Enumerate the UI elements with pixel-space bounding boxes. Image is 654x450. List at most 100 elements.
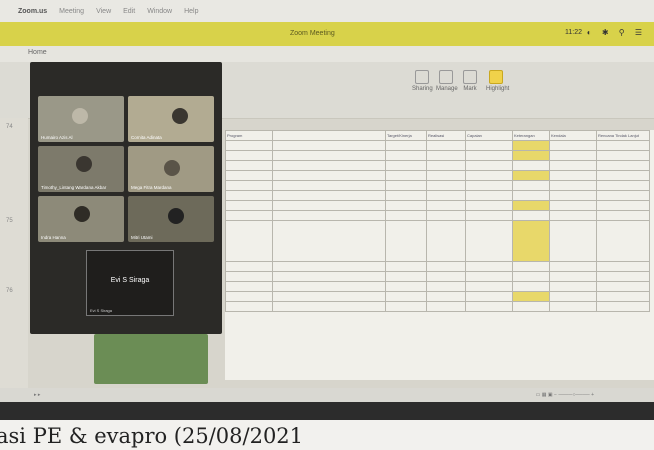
table-cell xyxy=(549,281,597,292)
menu-item-meeting[interactable]: Meeting xyxy=(59,8,84,15)
table-cell xyxy=(596,180,650,191)
table-row xyxy=(225,150,650,161)
participant-tile[interactable]: Indra Hanna xyxy=(38,196,124,242)
participant-video xyxy=(74,206,90,222)
table-cell xyxy=(272,281,386,292)
table-cell xyxy=(512,170,550,181)
header-cell: Keterangan xyxy=(512,130,550,141)
menu-bar: Zoom.us Meeting View Edit Window Help xyxy=(0,0,654,22)
table-cell xyxy=(426,210,466,221)
menu-item-edit[interactable]: Edit xyxy=(123,8,135,15)
participant-name: Indra Hanna xyxy=(41,235,66,240)
table-cell xyxy=(426,150,466,161)
table-cell xyxy=(549,160,597,171)
menu-item-window[interactable]: Window xyxy=(147,8,172,15)
participant-tile[interactable]: Cornita Adinata xyxy=(128,96,214,142)
participant-tile[interactable]: Timothy_Lintang Wardana Akbar xyxy=(38,146,124,192)
spreadsheet[interactable]: Program Target/Kinerja Realisasi Capaian… xyxy=(225,130,654,380)
table-cell xyxy=(426,180,466,191)
table-cell xyxy=(549,271,597,282)
table-cell xyxy=(596,271,650,282)
participant-name: Cornita Adinata xyxy=(131,135,162,140)
ribbon-button-mark[interactable]: Mark xyxy=(460,70,480,98)
table-cell xyxy=(596,170,650,181)
table-cell xyxy=(465,190,513,201)
table-cell xyxy=(225,180,273,191)
table-cell xyxy=(465,301,513,312)
active-speaker-tile[interactable]: Evi S Siraga Evi S Siraga xyxy=(86,250,174,316)
table-cell xyxy=(272,190,386,201)
table-cell xyxy=(596,220,650,262)
ribbon-button-highlight[interactable]: Highlight xyxy=(486,70,509,98)
status-bar: ▸ ▸ ▭ ▦ ▣ − ────○──── + xyxy=(0,388,654,402)
table-row xyxy=(225,261,650,272)
table-cell xyxy=(549,140,597,151)
ribbon-label: Sharing xyxy=(412,86,433,92)
menu-item-view[interactable]: View xyxy=(96,8,111,15)
table-cell xyxy=(549,301,597,312)
menu-app-name[interactable]: Zoom.us xyxy=(18,8,47,15)
table-cell xyxy=(596,190,650,201)
table-cell xyxy=(549,261,597,272)
sheet-tabs[interactable]: ▸ ▸ xyxy=(34,392,40,398)
table-cell xyxy=(426,200,466,211)
table-cell xyxy=(596,301,650,312)
row-ruler: 74 75 76 xyxy=(0,118,28,388)
participant-name: Humairo Azis Al xyxy=(41,135,73,140)
ribbon-button-manage[interactable]: Manage xyxy=(436,70,458,98)
table-cell xyxy=(549,220,597,262)
table-cell xyxy=(385,281,427,292)
row-marker: 76 xyxy=(6,288,13,294)
table-cell xyxy=(549,210,597,221)
table-cell xyxy=(385,271,427,282)
table-cell xyxy=(385,170,427,181)
self-view-thumbnail[interactable] xyxy=(94,334,208,384)
tab-bar: Home xyxy=(0,46,654,62)
table-cell xyxy=(596,210,650,221)
table-cell xyxy=(465,170,513,181)
table-cell xyxy=(225,301,273,312)
table-cell xyxy=(596,281,650,292)
table-cell xyxy=(225,170,273,181)
photo-caption: asi PE & evapro (25/08/2021 xyxy=(0,420,654,450)
header-cell: Capaian xyxy=(465,130,513,141)
table-cell xyxy=(426,301,466,312)
active-speaker-label: Evi S Siraga xyxy=(90,308,113,313)
table-cell xyxy=(426,220,466,262)
zoom-controls[interactable]: ▭ ▦ ▣ − ────○──── + xyxy=(536,392,594,398)
table-cell xyxy=(225,200,273,211)
window-title-bar: Zoom Meeting 11:22 ◐ ✱ ⚲ ☰ xyxy=(0,22,654,46)
ribbon-button-sharing[interactable]: Sharing xyxy=(412,70,433,98)
table-cell xyxy=(465,220,513,262)
table-cell xyxy=(225,281,273,292)
participant-tile[interactable]: Mega Fitra Mardana xyxy=(128,146,214,192)
table-cell xyxy=(426,291,466,302)
participant-name: Mitri Utami xyxy=(131,235,153,240)
participant-name: Timothy_Lintang Wardana Akbar xyxy=(41,185,107,190)
participant-tile[interactable]: Humairo Azis Al xyxy=(38,96,124,142)
menu-item-help[interactable]: Help xyxy=(184,8,198,15)
participant-tile[interactable]: Mitri Utami xyxy=(128,196,214,242)
mark-icon xyxy=(463,70,477,84)
table-cell xyxy=(225,220,273,262)
table-cell xyxy=(465,291,513,302)
table-cell xyxy=(512,140,550,151)
table-cell xyxy=(385,200,427,211)
table-row xyxy=(225,281,650,292)
table-cell xyxy=(426,170,466,181)
tab-home[interactable]: Home xyxy=(28,49,47,56)
table-row xyxy=(225,200,650,211)
table-cell xyxy=(426,160,466,171)
table-cell xyxy=(465,271,513,282)
table-cell xyxy=(549,180,597,191)
monitor-screen: Zoom.us Meeting View Edit Window Help Zo… xyxy=(0,0,654,420)
table-cell xyxy=(426,261,466,272)
table-cell xyxy=(272,150,386,161)
table-cell xyxy=(385,261,427,272)
clock: 11:22 xyxy=(565,29,582,36)
table-cell xyxy=(465,210,513,221)
table-cell xyxy=(272,200,386,211)
table-cell xyxy=(385,190,427,201)
table-cell xyxy=(385,160,427,171)
table-cell xyxy=(426,281,466,292)
